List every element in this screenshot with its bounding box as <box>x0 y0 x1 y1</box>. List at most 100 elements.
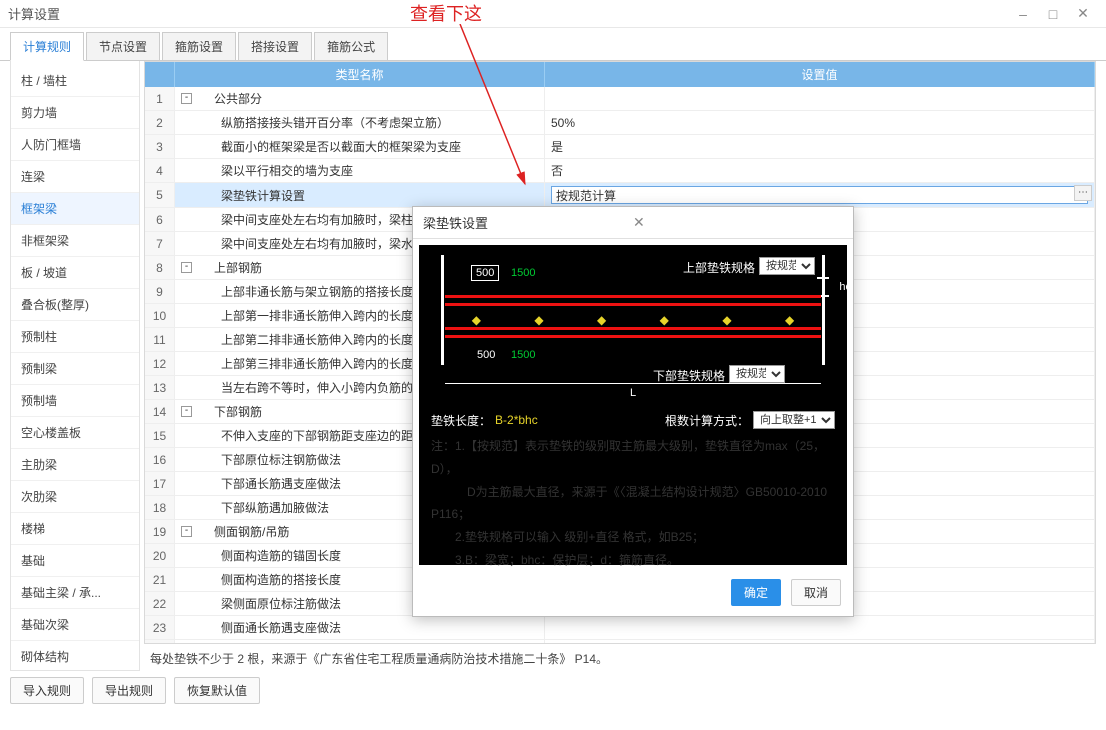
tree-toggle-icon[interactable]: - <box>181 262 192 273</box>
sidebar-item-13[interactable]: 次肋梁 <box>11 481 139 513</box>
row-number: 13 <box>145 376 175 399</box>
sidebar-item-15[interactable]: 基础 <box>11 545 139 577</box>
row-number: 5 <box>145 183 175 207</box>
row-name: -公共部分 <box>175 87 545 110</box>
row-number: 10 <box>145 304 175 327</box>
row-number: 14 <box>145 400 175 423</box>
grid-header: 类型名称 设置值 <box>145 62 1095 87</box>
tree-toggle-icon[interactable]: - <box>181 406 192 417</box>
table-row[interactable]: 5梁垫铁计算设置⋯ <box>145 183 1095 208</box>
value-input[interactable] <box>551 186 1088 204</box>
row-number: 1 <box>145 87 175 110</box>
row-number: 22 <box>145 592 175 615</box>
sidebar-item-0[interactable]: 柱 / 墙柱 <box>11 65 139 97</box>
sidebar-item-17[interactable]: 基础次梁 <box>11 609 139 641</box>
sidebar-item-16[interactable]: 基础主梁 / 承... <box>11 577 139 609</box>
row-number: 23 <box>145 616 175 639</box>
L-label: L <box>630 387 636 399</box>
sidebar-item-7[interactable]: 叠合板(整厚) <box>11 289 139 321</box>
table-row[interactable]: 2纵筋搭接接头错开百分率（不考虑架立筋）50% <box>145 111 1095 135</box>
col-header-name: 类型名称 <box>175 62 545 87</box>
spec-bot-label: 下部垫铁规格 <box>653 367 725 384</box>
row-value[interactable] <box>545 87 1095 110</box>
beam-diagram: hc ◆◆◆◆◆◆ 500 1500 500 1500 上部垫铁规格 按规范 下… <box>431 255 835 405</box>
row-value[interactable] <box>545 616 1095 639</box>
tab-4[interactable]: 箍筋公式 <box>314 32 388 60</box>
sidebar-item-1[interactable]: 剪力墙 <box>11 97 139 129</box>
length-label: 垫铁长度： <box>431 412 491 429</box>
row-number: 17 <box>145 472 175 495</box>
row-number: 6 <box>145 208 175 231</box>
row-number: 15 <box>145 424 175 447</box>
sidebar-item-14[interactable]: 楼梯 <box>11 513 139 545</box>
dialog-close-button[interactable]: ✕ <box>633 214 843 231</box>
row-name: 截面小的框架梁是否以截面大的框架梁为支座 <box>175 135 545 158</box>
dialog-footer: 确定 取消 <box>413 571 853 616</box>
spec-bot-select[interactable]: 按规范 <box>729 365 785 383</box>
dialog-notes: 注：1.【按规范】表示垫铁的级别取主筋最大级别，垫铁直径为max（25，D）， … <box>431 435 835 572</box>
spec-top-select[interactable]: 按规范 <box>759 257 815 275</box>
export-rules-button[interactable]: 导出规则 <box>92 677 166 704</box>
minimize-button[interactable]: – <box>1008 6 1038 22</box>
row-number: 12 <box>145 352 175 375</box>
row-number: 21 <box>145 568 175 591</box>
table-row[interactable]: 3截面小的框架梁是否以截面大的框架梁为支座是 <box>145 135 1095 159</box>
dim-bot-green: 1500 <box>511 349 535 361</box>
row-number: 3 <box>145 135 175 158</box>
row-name: 侧面通长筋遇支座做法 <box>175 616 545 639</box>
tree-toggle-icon[interactable]: - <box>181 93 192 104</box>
reset-defaults-button[interactable]: 恢复默认值 <box>174 677 260 704</box>
tab-1[interactable]: 节点设置 <box>86 32 160 60</box>
row-value[interactable]: ⋯ <box>545 183 1095 207</box>
table-row[interactable]: 4梁以平行相交的墙为支座否 <box>145 159 1095 183</box>
sidebar-item-6[interactable]: 板 / 坡道 <box>11 257 139 289</box>
sidebar-item-5[interactable]: 非框架梁 <box>11 225 139 257</box>
tab-3[interactable]: 搭接设置 <box>238 32 312 60</box>
footer-note: 每处垫铁不少于 2 根，来源于《广东省住宅工程质量通病防治技术措施二十条》 P1… <box>140 644 1106 671</box>
sidebar-item-8[interactable]: 预制柱 <box>11 321 139 353</box>
dialog-title: 梁垫铁设置 <box>423 213 633 232</box>
table-row[interactable]: 1-公共部分 <box>145 87 1095 111</box>
count-label: 根数计算方式： <box>665 412 749 429</box>
row-name: 纵筋搭接接头错开百分率（不考虑架立筋） <box>175 111 545 134</box>
value-ellipsis-button[interactable]: ⋯ <box>1074 185 1092 201</box>
dim-bot-white: 500 <box>477 349 495 361</box>
tree-toggle-icon[interactable]: - <box>181 526 192 537</box>
tab-0[interactable]: 计算规则 <box>10 32 84 61</box>
sidebar-item-10[interactable]: 预制墙 <box>11 385 139 417</box>
window-title: 计算设置 <box>8 4 1008 23</box>
maximize-button[interactable]: □ <box>1038 6 1068 22</box>
dialog-ok-button[interactable]: 确定 <box>731 579 781 606</box>
row-number: 8 <box>145 256 175 279</box>
col-header-num <box>145 62 175 87</box>
sidebar-item-2[interactable]: 人防门框墙 <box>11 129 139 161</box>
sidebar-item-11[interactable]: 空心楼盖板 <box>11 417 139 449</box>
sidebar-item-18[interactable]: 砌体结构 <box>11 641 139 671</box>
row-number: 16 <box>145 448 175 471</box>
spec-top-label: 上部垫铁规格 <box>683 259 755 276</box>
row-value[interactable]: 是 <box>545 135 1095 158</box>
sidebar-item-3[interactable]: 连梁 <box>11 161 139 193</box>
row-number: 20 <box>145 544 175 567</box>
close-button[interactable]: ✕ <box>1068 5 1098 22</box>
sidebar-item-9[interactable]: 预制梁 <box>11 353 139 385</box>
tab-2[interactable]: 箍筋设置 <box>162 32 236 60</box>
row-number: 11 <box>145 328 175 351</box>
dim-top-green: 1500 <box>511 267 535 279</box>
titlebar: 计算设置 – □ ✕ <box>0 0 1106 28</box>
row-value[interactable]: 50% <box>545 111 1095 134</box>
import-rules-button[interactable]: 导入规则 <box>10 677 84 704</box>
count-method-select[interactable]: 向上取整+1 <box>753 411 835 429</box>
row-value[interactable]: 否 <box>545 159 1095 182</box>
category-sidebar: 柱 / 墙柱剪力墙人防门框墙连梁框架梁非框架梁板 / 坡道叠合板(整厚)预制柱预… <box>10 61 140 671</box>
sidebar-item-4[interactable]: 框架梁 <box>11 193 139 225</box>
sidebar-item-12[interactable]: 主肋梁 <box>11 449 139 481</box>
length-formula: B-2*bhc <box>495 413 538 427</box>
pad-iron-dialog: 梁垫铁设置 ✕ hc ◆◆◆◆◆◆ 500 1500 500 1500 上部垫铁… <box>412 206 854 617</box>
dialog-cancel-button[interactable]: 取消 <box>791 579 841 606</box>
row-number: 19 <box>145 520 175 543</box>
hc-label: hc <box>839 281 851 293</box>
tab-bar: 计算规则节点设置箍筋设置搭接设置箍筋公式 <box>0 28 1106 61</box>
table-row[interactable]: 23侧面通长筋遇支座做法 <box>145 616 1095 640</box>
dialog-body: hc ◆◆◆◆◆◆ 500 1500 500 1500 上部垫铁规格 按规范 下… <box>419 245 847 565</box>
